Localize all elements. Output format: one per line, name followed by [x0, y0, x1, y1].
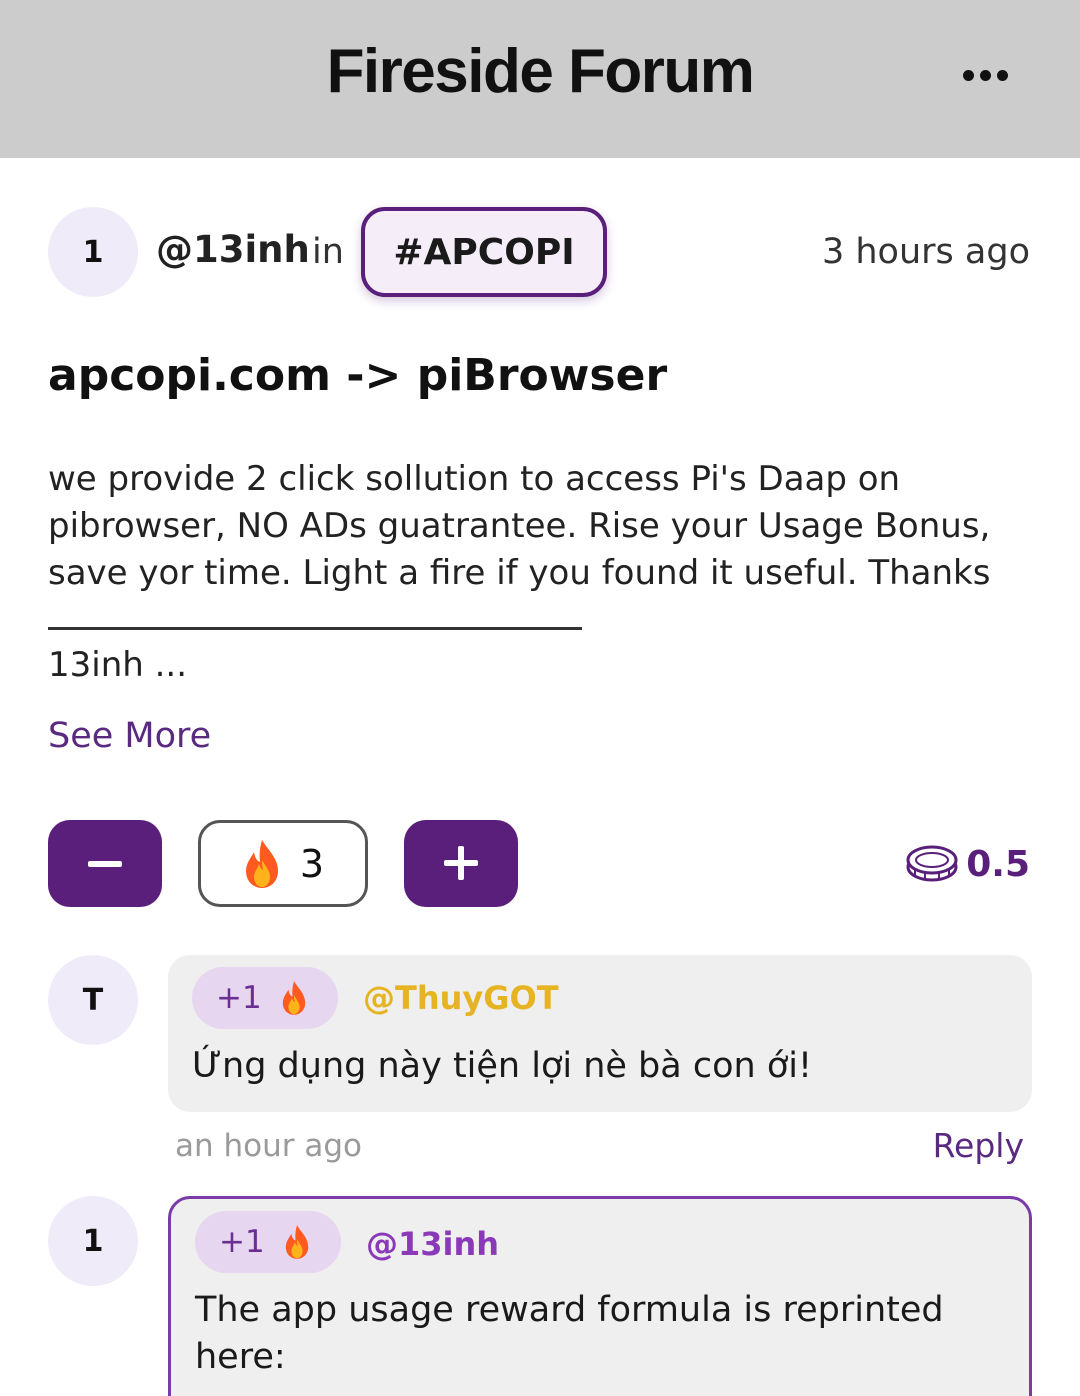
plus-one-label: +1: [219, 1224, 265, 1260]
comment-author[interactable]: @ThuyGOT: [363, 979, 559, 1017]
fire-count-value: 3: [299, 841, 325, 886]
fire-plus-badge: +1: [192, 967, 338, 1029]
fire-counter: 3: [198, 820, 368, 907]
reply-link[interactable]: Reply: [933, 1126, 1024, 1165]
post-body-line: we provide 2 click sollution to access P…: [48, 459, 901, 499]
plus-one-label: +1: [216, 980, 262, 1016]
comment-text: Ứng dụng này tiện lợi nè bà con ới!: [192, 1046, 812, 1086]
upvote-button[interactable]: [404, 820, 518, 907]
comment-avatar[interactable]: T: [48, 955, 138, 1045]
in-label: in: [312, 232, 344, 272]
post-body-tail: 13inh ...: [48, 645, 188, 685]
post-author-avatar[interactable]: 1: [48, 207, 138, 297]
body-divider: [48, 627, 582, 630]
post-title: apcopi.com -> piBrowser: [48, 350, 668, 401]
more-dot: [979, 69, 991, 81]
comment-bubble: +1 @ThuyGOT Ứng dụng này tiện lợi nè bà …: [168, 955, 1032, 1112]
post-body: we provide 2 click sollution to access P…: [48, 456, 1038, 689]
comment-text-line: here:: [195, 1337, 286, 1377]
coin-icon: [906, 845, 958, 882]
plus-icon-stem: [458, 846, 464, 880]
coin-value: 0.5: [966, 844, 1030, 885]
fire-icon: [245, 839, 278, 888]
fire-icon: [285, 1225, 308, 1259]
see-more-link[interactable]: See More: [48, 716, 211, 756]
fire-icon: [282, 981, 305, 1015]
fire-plus-badge: +1: [195, 1211, 341, 1273]
more-dot: [962, 69, 974, 81]
post-body-line: save yor time. Light a fire if you found…: [48, 553, 991, 593]
comment-text-line: The app usage reward formula is reprinte…: [195, 1290, 944, 1330]
more-dot: [996, 69, 1008, 81]
comment-time: an hour ago: [175, 1128, 362, 1164]
post-body-line: pibrowser, NO ADs guatrantee. Rise your …: [48, 506, 991, 546]
post-author[interactable]: @13inh: [156, 228, 310, 271]
comment-bubble: +1 @13inh The app usage reward formula i…: [168, 1196, 1032, 1396]
minus-icon: [88, 861, 122, 867]
comment-author[interactable]: @13inh: [366, 1225, 499, 1263]
post-time: 3 hours ago: [821, 232, 1030, 272]
top-bar: Fireside Forum: [0, 0, 1080, 158]
downvote-button[interactable]: [48, 820, 162, 907]
comment-avatar[interactable]: 1: [48, 1196, 138, 1286]
comment-text: The app usage reward formula is reprinte…: [195, 1287, 944, 1381]
app-title: Fireside Forum: [326, 37, 755, 106]
tag-button[interactable]: #APCOPI: [361, 207, 607, 297]
more-options-icon[interactable]: [950, 58, 1020, 92]
